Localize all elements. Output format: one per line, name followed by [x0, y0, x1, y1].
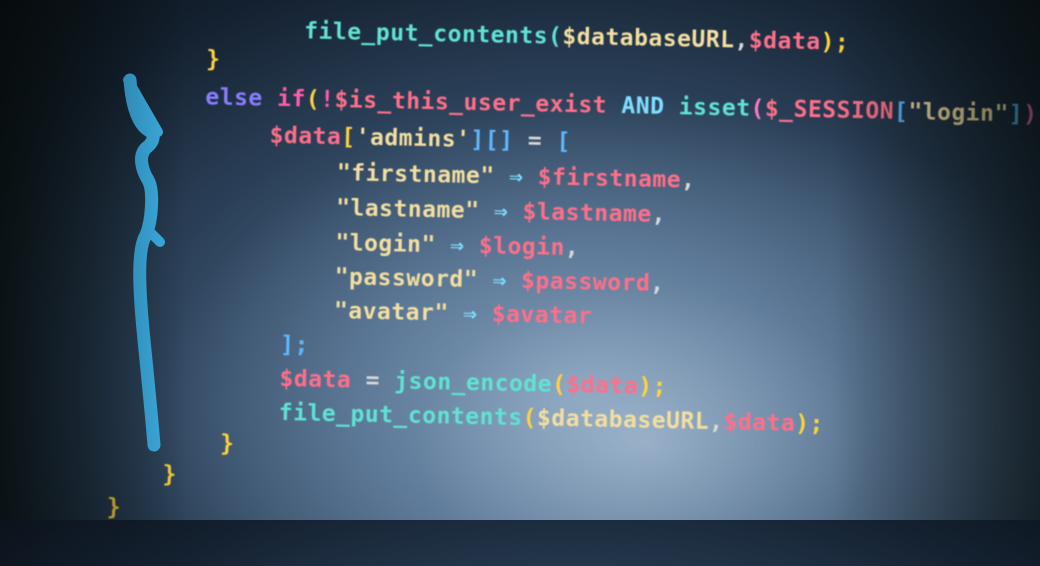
code-line-11: file_put_contents($databaseURL,$data);	[278, 399, 825, 438]
hand-drawn-arrow-marker	[123, 73, 165, 452]
code-line-14: }	[106, 494, 122, 521]
